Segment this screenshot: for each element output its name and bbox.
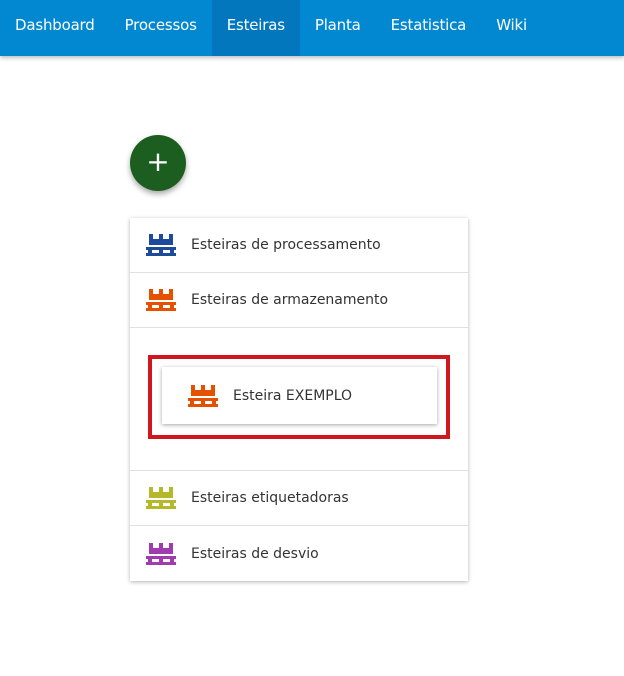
add-button[interactable]: + xyxy=(130,135,186,191)
pallet-icon xyxy=(188,384,218,407)
armazenamento-expanded-panel: Esteira EXEMPLO xyxy=(130,328,468,471)
esteiras-category-list: Esteiras de processamento Esteiras de ar… xyxy=(130,218,468,581)
esteira-label: Esteira EXEMPLO xyxy=(233,387,353,404)
pallet-icon xyxy=(146,234,176,256)
pallet-icon xyxy=(146,289,176,311)
category-item-etiquetadoras[interactable]: Esteiras etiquetadoras xyxy=(130,471,468,526)
pallet-icon xyxy=(146,542,176,565)
pallet-icon xyxy=(146,487,176,509)
nav-item-dashboard[interactable]: Dashboard xyxy=(0,0,110,56)
nav-item-wiki[interactable]: Wiki xyxy=(481,0,542,56)
category-item-armazenamento[interactable]: Esteiras de armazenamento xyxy=(130,273,468,328)
nav-item-esteiras[interactable]: Esteiras xyxy=(211,0,300,56)
category-item-desvio[interactable]: Esteiras de desvio xyxy=(130,526,468,581)
nav-item-planta[interactable]: Planta xyxy=(300,0,376,56)
esteira-item-exemplo[interactable]: Esteira EXEMPLO xyxy=(162,367,437,424)
nav-item-estatistica[interactable]: Estatistica xyxy=(376,0,482,56)
category-label: Esteiras de armazenamento xyxy=(191,292,389,308)
top-navbar: Dashboard Processos Esteiras Planta Esta… xyxy=(0,0,624,56)
category-item-processamento[interactable]: Esteiras de processamento xyxy=(130,218,468,273)
category-label: Esteiras de processamento xyxy=(191,237,381,253)
category-label: Esteiras etiquetadoras xyxy=(191,490,349,506)
nav-item-processos[interactable]: Processos xyxy=(110,0,212,56)
category-label: Esteiras de desvio xyxy=(191,545,319,562)
